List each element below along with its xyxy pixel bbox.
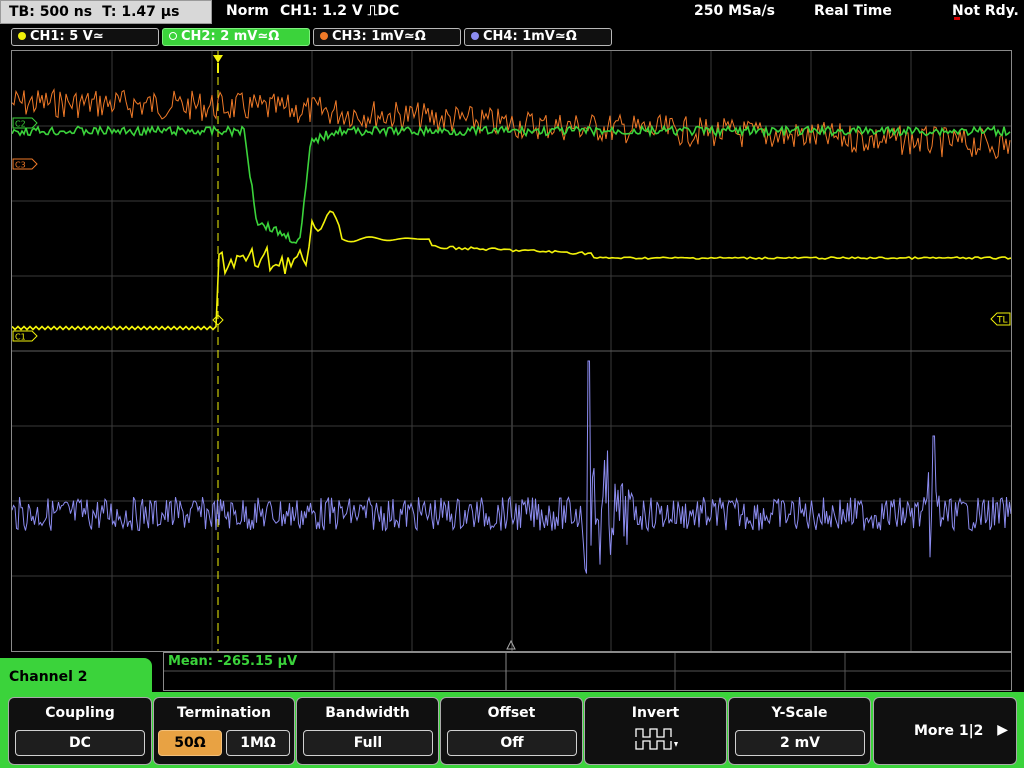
bandwidth-softkey[interactable]: Bandwidth Full <box>296 697 439 765</box>
ch1-dot-icon <box>18 32 26 40</box>
timebase-readout: TB: 500 ns <box>9 4 93 20</box>
sample-rate: 250 MSa/s <box>694 3 776 19</box>
waveform-display[interactable]: C2 C3 C1 TL <box>11 50 1012 652</box>
tab-ch1[interactable]: CH1: 5 V≃ <box>11 28 159 46</box>
c3-marker[interactable]: C3 <box>12 158 38 170</box>
svg-text:TL: TL <box>996 316 1008 326</box>
menu-title-tab: Channel 2 <box>0 658 152 698</box>
waveform-canvas: C2 C3 C1 TL <box>11 51 1012 651</box>
center-time-icon <box>506 639 516 650</box>
tab-ch4-label: CH4: 1mV≃Ω <box>483 29 577 44</box>
bandwidth-title: Bandwidth <box>325 705 410 721</box>
offset-title: Offset <box>487 705 536 721</box>
svg-text:C3: C3 <box>15 161 26 170</box>
invert-waveform-icon <box>635 728 678 750</box>
timebase-box[interactable]: TB: 500 ns T: 1.47 µs <box>0 0 212 24</box>
menu-title: Channel 2 <box>9 669 88 685</box>
acquisition-mode: Real Time <box>814 3 892 19</box>
c1-marker[interactable]: C1 <box>12 330 38 342</box>
trigger-source[interactable]: CH1: 1.2 V ⎍DC <box>280 3 399 19</box>
svg-text:C1: C1 <box>15 333 26 342</box>
ch2-waveform <box>11 124 1011 244</box>
svg-text:C2: C2 <box>15 120 26 129</box>
trigger-position-stem <box>217 63 219 73</box>
invert-title: Invert <box>631 705 680 721</box>
ch2-dot-icon <box>169 32 177 40</box>
trigger-level-marker[interactable]: TL <box>990 312 1011 326</box>
more-label: More 1|2 <box>914 723 984 739</box>
offset-value[interactable]: Off <box>447 730 577 756</box>
trigger-position-icon <box>213 55 223 63</box>
tab-ch2[interactable]: CH2: 2 mV≃Ω <box>162 28 310 46</box>
bandwidth-value[interactable]: Full <box>303 730 433 756</box>
invert-softkey[interactable]: Invert <box>584 697 727 765</box>
coupling-title: Coupling <box>45 705 115 721</box>
tab-ch3-label: CH3: 1mV≃Ω <box>332 29 426 44</box>
termination-50ohm-option[interactable]: 50Ω <box>158 730 222 756</box>
tab-ch1-label: CH1: 5 V≃ <box>30 29 104 44</box>
coupling-value[interactable]: DC <box>15 730 145 756</box>
yscale-title: Y-Scale <box>771 705 828 721</box>
c2-marker[interactable]: C2 <box>12 117 38 129</box>
tab-ch4[interactable]: CH4: 1mV≃Ω <box>464 28 612 46</box>
termination-title: Termination <box>177 705 271 721</box>
yscale-value[interactable]: 2 mV <box>735 730 865 756</box>
trigger-time-readout: T: 1.47 µs <box>102 4 180 20</box>
trigger-mode[interactable]: Norm <box>226 3 269 19</box>
yscale-softkey[interactable]: Y-Scale 2 mV <box>728 697 871 765</box>
offset-softkey[interactable]: Offset Off <box>440 697 583 765</box>
ch3-waveform <box>11 87 1011 160</box>
termination-softkey[interactable]: Termination 50Ω 1MΩ <box>153 697 295 765</box>
termination-1mohm-option[interactable]: 1MΩ <box>226 730 290 756</box>
tab-ch3[interactable]: CH3: 1mV≃Ω <box>313 28 461 46</box>
tab-ch2-label: CH2: 2 mV≃Ω <box>181 29 280 44</box>
arrow-right-icon: ▶ <box>997 722 1008 738</box>
graticule <box>12 51 1011 651</box>
ch3-dot-icon <box>320 32 328 40</box>
ready-status: Not Rdy. <box>952 3 1019 20</box>
more-softkey[interactable]: More 1|2 ▶ <box>873 697 1017 765</box>
mean-measurement: Mean: -265.15 µV <box>168 654 298 669</box>
coupling-softkey[interactable]: Coupling DC <box>8 697 152 765</box>
ch4-dot-icon <box>471 32 479 40</box>
